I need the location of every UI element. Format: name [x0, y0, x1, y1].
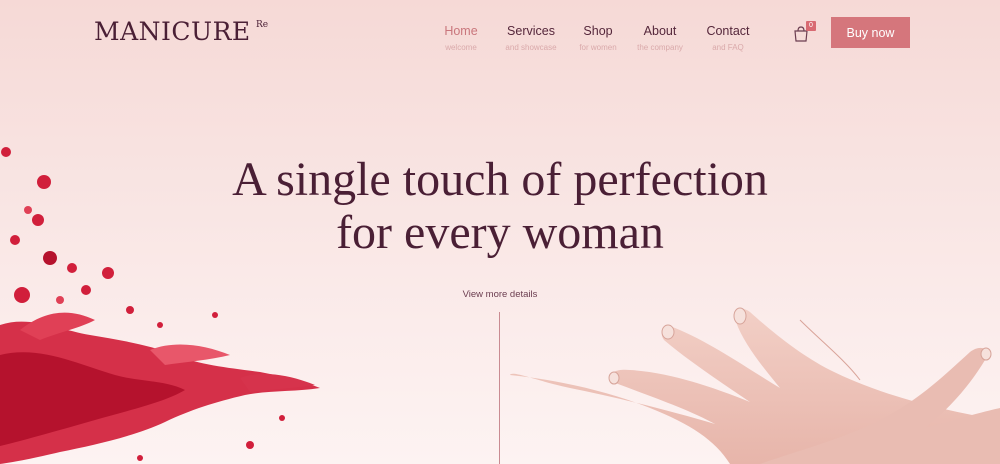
nav-item-services[interactable]: Services and showcase: [505, 24, 556, 52]
nav-sublabel: the company: [637, 43, 683, 52]
brand-logo[interactable]: MANICURE Re: [94, 17, 268, 46]
nav-item-home[interactable]: Home welcome: [444, 24, 477, 52]
nav-label: Home: [444, 24, 478, 38]
nav-item-shop[interactable]: Shop for women: [579, 24, 616, 52]
brand-superscript: Re: [256, 20, 269, 30]
nav-label: Shop: [583, 24, 613, 38]
cart-count-badge: 0: [806, 21, 816, 31]
buy-now-button[interactable]: Buy now: [831, 17, 910, 48]
cart-button[interactable]: 0: [792, 21, 820, 44]
scroll-indicator-line: [499, 312, 500, 464]
site-header: MANICURE Re Home welcome Services and sh…: [0, 0, 1000, 70]
hero-headline-line-2: for every woman: [336, 206, 664, 259]
nav-sublabel: and FAQ: [712, 43, 744, 52]
nav-item-contact[interactable]: Contact and FAQ: [706, 24, 749, 52]
nav-sublabel: welcome: [445, 43, 477, 52]
nav-label: Contact: [706, 24, 750, 38]
nav-label: About: [643, 24, 677, 38]
brand-name: MANICURE: [94, 17, 251, 46]
nav-item-about[interactable]: About the company: [637, 24, 683, 52]
nav-sublabel: and showcase: [505, 43, 557, 52]
hero-headline: A single touch of perfection for every w…: [0, 153, 1000, 259]
view-more-details-link[interactable]: View more details: [0, 289, 1000, 300]
nav-label: Services: [507, 24, 555, 38]
hero-headline-line-1: A single touch of perfection: [232, 153, 768, 206]
nav-sublabel: for women: [579, 43, 617, 52]
hands-image: [510, 307, 1000, 464]
